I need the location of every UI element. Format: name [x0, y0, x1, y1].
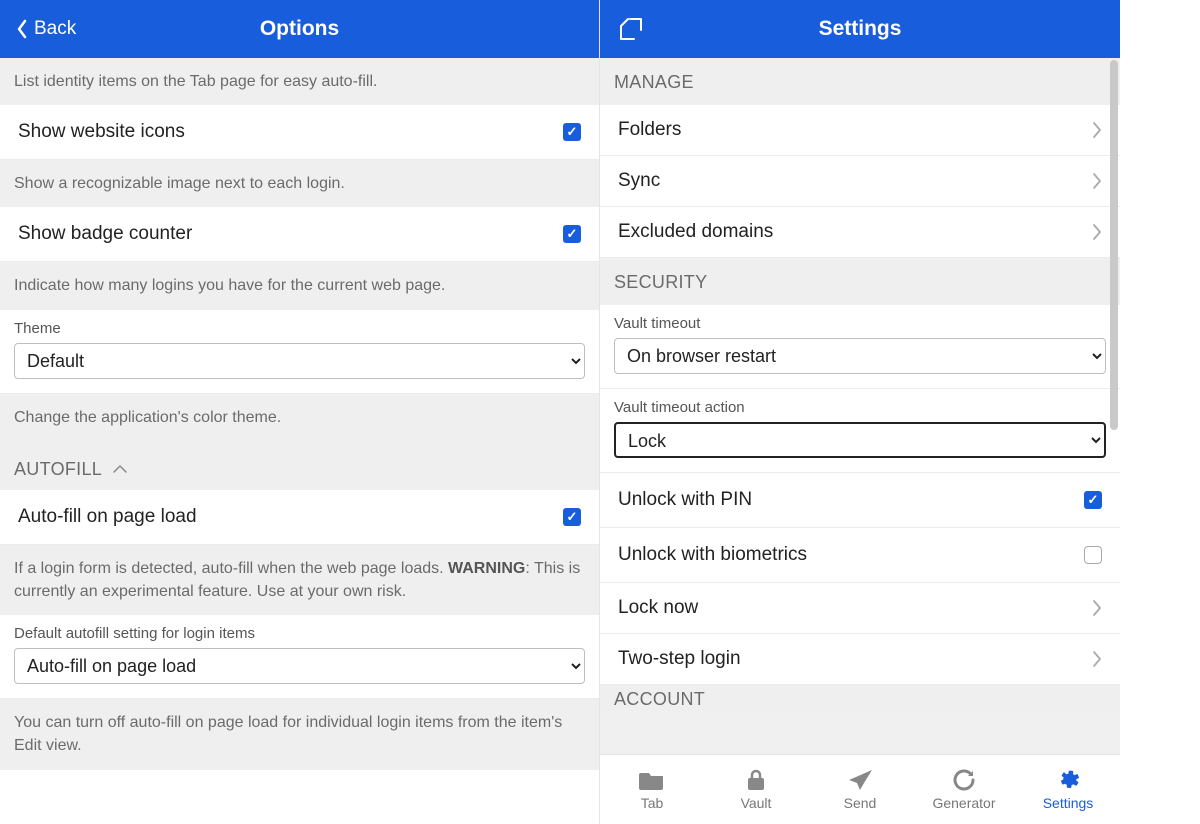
folders-label: Folders — [618, 119, 681, 141]
popout-icon — [618, 16, 644, 42]
theme-row: Theme Default — [0, 310, 599, 394]
vault-timeout-action-label: Vault timeout action — [614, 399, 1106, 416]
theme-help: Change the application's color theme. — [0, 394, 599, 441]
refresh-icon — [950, 768, 978, 792]
autofill-page-load-help: If a login form is detected, auto-fill w… — [0, 545, 599, 615]
autofill-page-load-checkbox[interactable] — [563, 508, 581, 526]
folder-icon — [638, 768, 666, 792]
settings-header: Settings — [600, 0, 1120, 58]
two-step-login-label: Two-step login — [618, 648, 741, 670]
theme-label: Theme — [14, 320, 585, 337]
autofill-page-load-label: Auto-fill on page load — [18, 506, 197, 528]
gear-icon — [1054, 768, 1082, 792]
chevron-right-icon — [1092, 650, 1102, 668]
chevron-right-icon — [1092, 121, 1102, 139]
unlock-with-pin-row[interactable]: Unlock with PIN — [600, 473, 1120, 528]
tab-settings[interactable]: Settings — [1016, 755, 1120, 824]
show-website-icons-help: Show a recognizable image next to each l… — [0, 160, 599, 207]
show-badge-counter-label: Show badge counter — [18, 223, 192, 245]
tab-send[interactable]: Send — [808, 755, 912, 824]
show-badge-counter-help: Indicate how many logins you have for th… — [0, 262, 599, 309]
identity-help: List identity items on the Tab page for … — [0, 58, 599, 105]
show-badge-counter-checkbox[interactable] — [563, 225, 581, 243]
account-section-header: ACCOUNT — [600, 685, 1120, 711]
default-autofill-row: Default autofill setting for login items… — [0, 615, 599, 699]
excluded-domains-row[interactable]: Excluded domains — [600, 207, 1120, 258]
tab-vault[interactable]: Vault — [704, 755, 808, 824]
sync-row[interactable]: Sync — [600, 156, 1120, 207]
show-badge-counter-row[interactable]: Show badge counter — [0, 207, 599, 262]
chevron-right-icon — [1092, 172, 1102, 190]
autofill-page-load-row[interactable]: Auto-fill on page load — [0, 490, 599, 545]
default-autofill-help: You can turn off auto-fill on page load … — [0, 699, 599, 769]
unlock-with-biometrics-label: Unlock with biometrics — [618, 544, 807, 566]
options-panel: Back Options List identity items on the … — [0, 0, 600, 824]
tab-tab-label: Tab — [641, 795, 664, 811]
options-header: Back Options — [0, 0, 599, 58]
unlock-with-biometrics-row[interactable]: Unlock with biometrics — [600, 528, 1120, 583]
excluded-domains-label: Excluded domains — [618, 221, 773, 243]
tab-tab[interactable]: Tab — [600, 755, 704, 824]
chevron-right-icon — [1092, 223, 1102, 241]
sync-label: Sync — [618, 170, 660, 192]
tab-settings-label: Settings — [1043, 795, 1094, 811]
vault-timeout-row: Vault timeout On browser restart — [600, 305, 1120, 389]
show-website-icons-row[interactable]: Show website icons — [0, 105, 599, 160]
tab-send-label: Send — [844, 795, 877, 811]
back-label: Back — [34, 18, 76, 40]
tab-generator[interactable]: Generator — [912, 755, 1016, 824]
folders-row[interactable]: Folders — [600, 105, 1120, 156]
lock-now-row[interactable]: Lock now — [600, 583, 1120, 634]
unlock-with-pin-label: Unlock with PIN — [618, 489, 752, 511]
back-button[interactable]: Back — [0, 0, 92, 58]
security-section-header: SECURITY — [600, 258, 1120, 305]
default-autofill-select[interactable]: Auto-fill on page load — [14, 648, 585, 684]
vault-timeout-label: Vault timeout — [614, 315, 1106, 332]
two-step-login-row[interactable]: Two-step login — [600, 634, 1120, 685]
lock-icon — [742, 768, 770, 792]
settings-title: Settings — [600, 17, 1120, 41]
show-website-icons-label: Show website icons — [18, 121, 185, 143]
paper-plane-icon — [846, 768, 874, 792]
chevron-up-icon — [112, 464, 128, 474]
settings-panel: Settings MANAGE Folders Sync Excluded do… — [600, 0, 1120, 824]
manage-section-header: MANAGE — [600, 58, 1120, 105]
autofill-section-label: AUTOFILL — [14, 459, 102, 480]
chevron-right-icon — [1092, 599, 1102, 617]
vault-timeout-action-select[interactable]: Lock — [614, 422, 1106, 458]
settings-scroll[interactable]: MANAGE Folders Sync Excluded domains SEC… — [600, 58, 1120, 754]
autofill-section-header[interactable]: AUTOFILL — [0, 441, 599, 490]
show-website-icons-checkbox[interactable] — [563, 123, 581, 141]
options-scroll[interactable]: List identity items on the Tab page for … — [0, 58, 599, 824]
popout-button[interactable] — [600, 0, 662, 58]
tab-generator-label: Generator — [932, 795, 995, 811]
vault-timeout-action-row: Vault timeout action Lock — [600, 389, 1120, 473]
bottom-tabbar: Tab Vault Send Generator Settings — [600, 754, 1120, 824]
chevron-left-icon — [16, 19, 28, 39]
unlock-with-biometrics-checkbox[interactable] — [1084, 546, 1102, 564]
default-autofill-label: Default autofill setting for login items — [14, 625, 585, 642]
lock-now-label: Lock now — [618, 597, 698, 619]
tab-vault-label: Vault — [741, 795, 772, 811]
theme-select[interactable]: Default — [14, 343, 585, 379]
unlock-with-pin-checkbox[interactable] — [1084, 491, 1102, 509]
vault-timeout-select[interactable]: On browser restart — [614, 338, 1106, 374]
